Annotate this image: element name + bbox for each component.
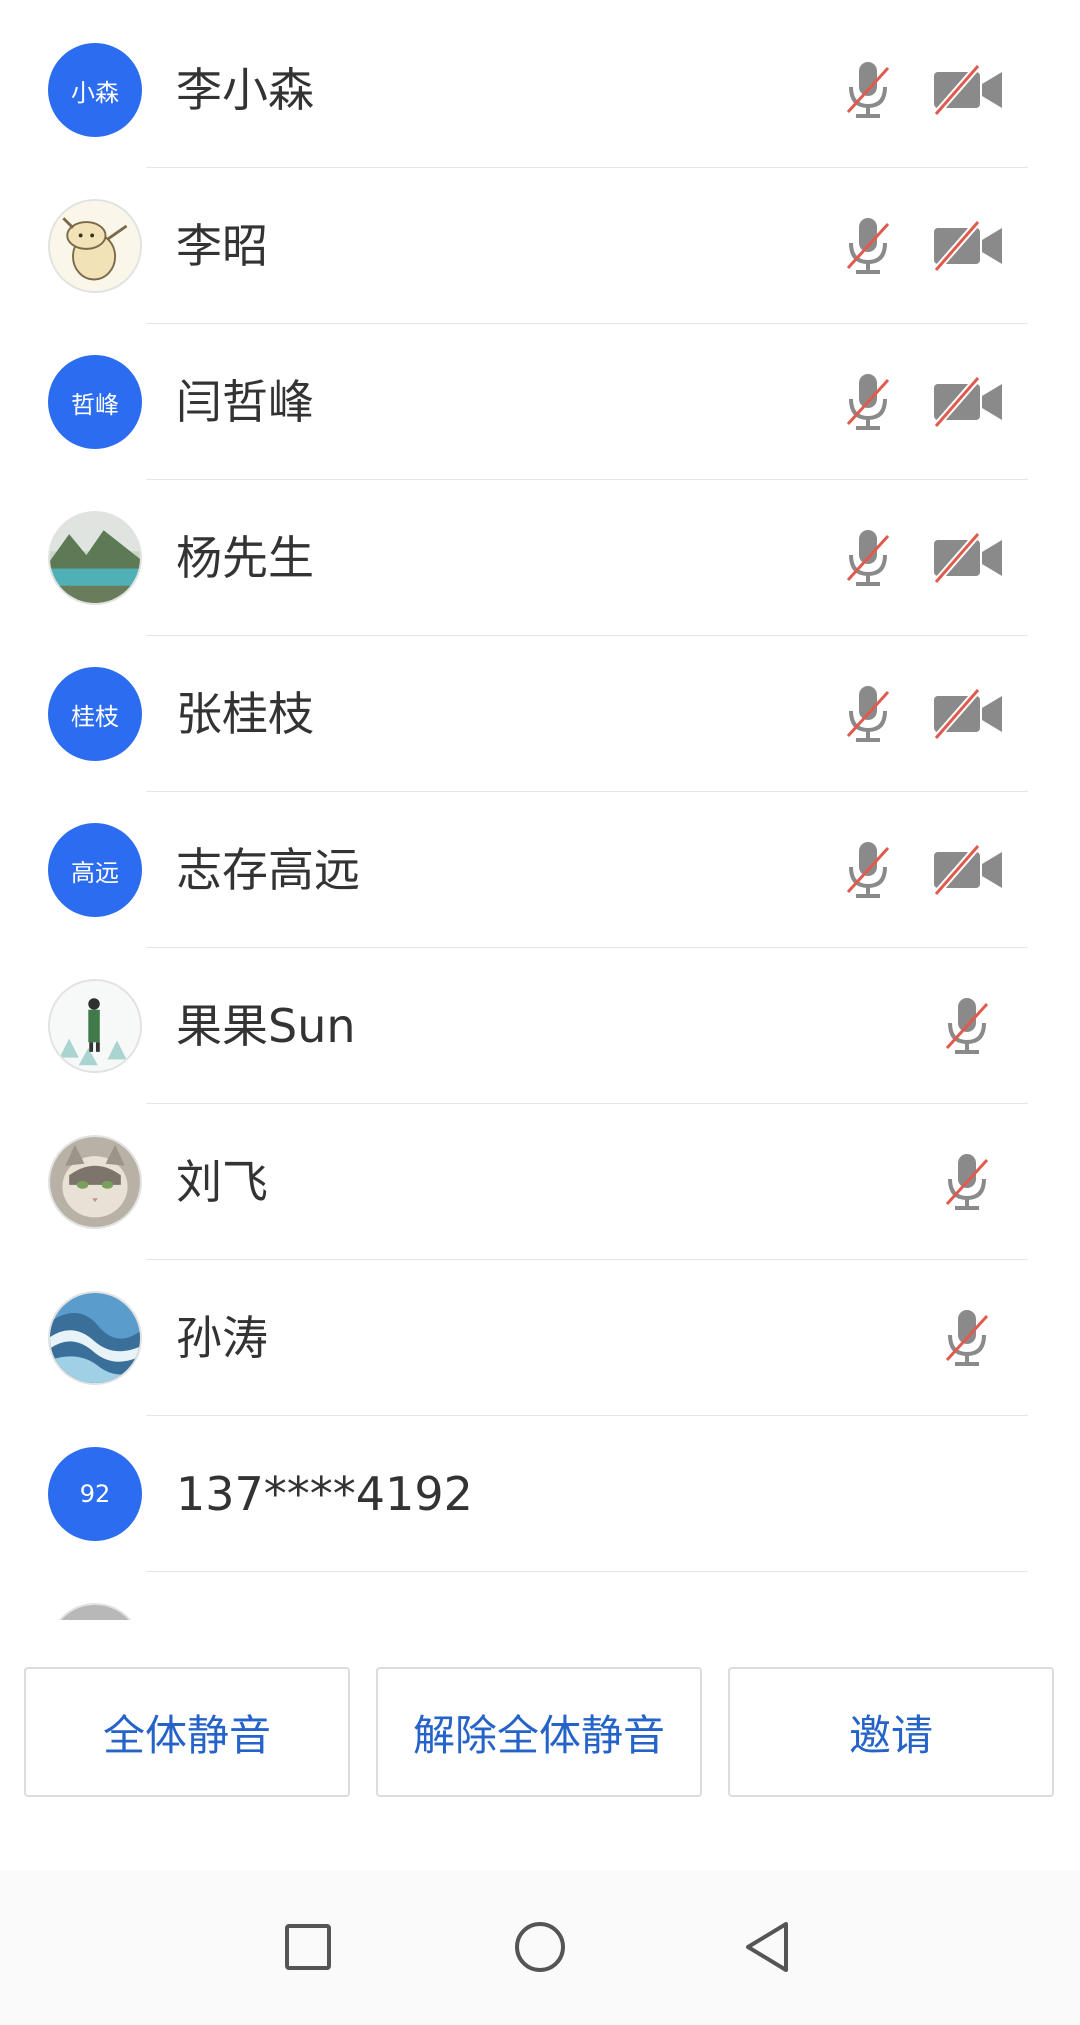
video-off-icon[interactable] (932, 528, 1004, 588)
person-in-snow-avatar (48, 979, 142, 1073)
invite-button[interactable]: 邀请 (728, 1667, 1054, 1797)
mic-muted-icon[interactable] (844, 840, 892, 900)
mic-muted-icon[interactable] (844, 60, 892, 120)
mic-muted-icon[interactable] (943, 996, 991, 1056)
video-off-icon[interactable] (932, 684, 1004, 744)
action-bar: 全体静音 解除全体静音 邀请 (0, 1620, 1080, 1870)
participant-name: 刘飞 (176, 1155, 268, 1209)
video-off-icon[interactable] (932, 60, 1004, 120)
participant-row[interactable]: 杨先生 (0, 480, 1080, 636)
circle-icon[interactable] (500, 1907, 580, 1987)
mic-muted-icon[interactable] (943, 1152, 991, 1212)
landscape-photo-avatar (48, 511, 142, 605)
participant-name: 李小森 (176, 63, 314, 117)
avatar: 小森 (48, 43, 142, 137)
avatar: 哲峰 (48, 355, 142, 449)
triangle-back-icon[interactable] (728, 1907, 808, 1987)
participant-name: 杨先生 (176, 531, 314, 585)
cat-photo-avatar (48, 1135, 142, 1229)
participant-name: 孙涛 (176, 1311, 268, 1365)
unmute-all-button[interactable]: 解除全体静音 (376, 1667, 702, 1797)
participant-name: 李昭 (176, 219, 268, 273)
mic-muted-icon[interactable] (844, 372, 892, 432)
square-icon[interactable] (268, 1907, 348, 1987)
participant-row[interactable]: 桂枝 张桂枝 (0, 636, 1080, 792)
participant-name: 137****4192 (176, 1467, 473, 1521)
system-navigation-bar (0, 1870, 1080, 2025)
mic-muted-icon[interactable] (943, 1308, 991, 1368)
video-off-icon[interactable] (932, 216, 1004, 276)
participant-row[interactable]: 李昭 (0, 168, 1080, 324)
avatar: 高远 (48, 823, 142, 917)
participant-name: 果果Sun (176, 999, 356, 1053)
participant-row[interactable]: 小森 李小森 (0, 12, 1080, 168)
avatar: 92 (48, 1447, 142, 1541)
video-off-icon[interactable] (932, 372, 1004, 432)
participant-list: 小森 李小森 李昭 哲峰 闫哲峰 杨先生 桂枝 张桂枝 高远 志存高远 果果Su… (0, 0, 1080, 1620)
mic-muted-icon[interactable] (844, 216, 892, 276)
participant-row[interactable]: 孙涛 (0, 1260, 1080, 1416)
participant-name: 张桂枝 (176, 687, 314, 741)
avatar: 桂枝 (48, 667, 142, 761)
river-photo-avatar (48, 1291, 142, 1385)
mic-muted-icon[interactable] (844, 528, 892, 588)
participant-row[interactable]: 92 137****4192 (0, 1416, 1080, 1572)
participant-row[interactable]: 刘飞 (0, 1104, 1080, 1260)
participant-row[interactable]: 果果Sun (0, 948, 1080, 1104)
participant-name: 闫哲峰 (176, 375, 314, 429)
mute-all-button[interactable]: 全体静音 (24, 1667, 350, 1797)
participant-name: 志存高远 (176, 843, 360, 897)
participant-row[interactable]: 高远 志存高远 (0, 792, 1080, 948)
participant-row[interactable]: 哲峰 闫哲峰 (0, 324, 1080, 480)
avatar (48, 1603, 142, 1620)
video-off-icon[interactable] (932, 840, 1004, 900)
participant-row-partial[interactable] (0, 1572, 1080, 1620)
mic-muted-icon[interactable] (844, 684, 892, 744)
cartoon-dog-avatar (48, 199, 142, 293)
